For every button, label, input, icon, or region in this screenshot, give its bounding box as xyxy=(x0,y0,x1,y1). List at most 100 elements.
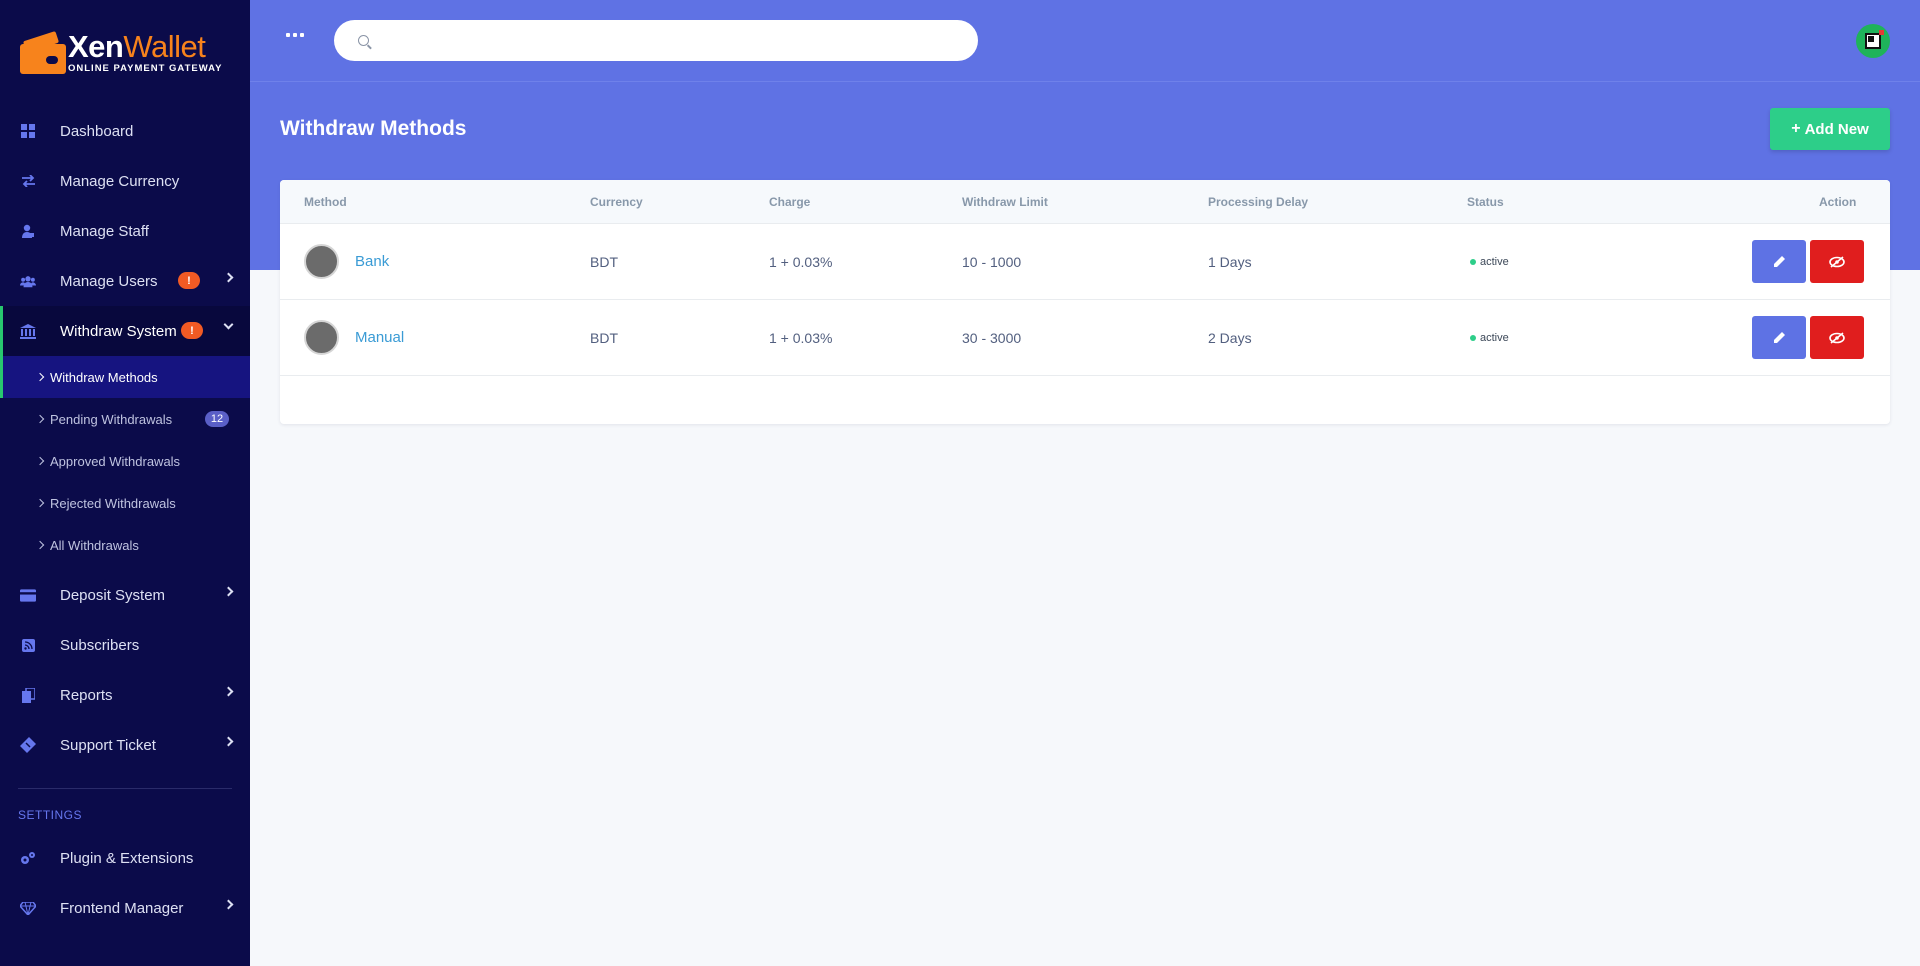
sidebar-item-label: Deposit System xyxy=(60,586,166,604)
sidebar-item-deposit-system[interactable]: Deposit System xyxy=(0,570,250,620)
plus-icon: + xyxy=(1791,120,1801,137)
edit-button[interactable] xyxy=(1752,316,1806,359)
sidebar-nav-settings: Plugin & Extensions Frontend Manager xyxy=(0,833,250,933)
add-new-label: Add New xyxy=(1804,120,1869,138)
bank-icon xyxy=(20,323,36,339)
status-text: active xyxy=(1480,332,1509,344)
table-row: Manual BDT 1 + 0.03% 30 - 3000 2 Days ac… xyxy=(280,300,1890,376)
subnav-label: Approved Withdrawals xyxy=(50,453,181,469)
delay-cell: 2 Days xyxy=(1208,330,1252,346)
subnav-withdraw-methods[interactable]: Withdraw Methods xyxy=(0,356,250,398)
sidebar-item-label: Manage Currency xyxy=(60,172,180,190)
subnav-approved-withdrawals[interactable]: Approved Withdrawals xyxy=(0,440,250,482)
sidebar-item-label: Frontend Manager xyxy=(60,899,184,917)
charge-cell: 1 + 0.03% xyxy=(769,330,833,346)
sidebar-item-label: Withdraw System xyxy=(60,322,177,340)
copy-icon xyxy=(20,687,36,703)
disable-button[interactable] xyxy=(1810,316,1864,359)
users-icon xyxy=(20,273,36,289)
menu-toggle-icon[interactable] xyxy=(286,33,304,37)
sidebar-item-support-ticket[interactable]: Support Ticket xyxy=(0,720,250,770)
alert-badge: ! xyxy=(178,272,200,289)
currency-cell: BDT xyxy=(590,330,618,346)
method-name-link[interactable]: Manual xyxy=(355,329,404,346)
status-badge: active xyxy=(1470,332,1509,344)
sidebar-item-reports[interactable]: Reports xyxy=(0,670,250,720)
gem-icon xyxy=(20,900,36,916)
column-header-status: Status xyxy=(1467,195,1504,209)
sidebar-item-dashboard[interactable]: Dashboard xyxy=(0,106,250,156)
charge-cell: 1 + 0.03% xyxy=(769,254,833,270)
page-title: Withdraw Methods xyxy=(280,117,467,140)
sidebar-nav: Dashboard Manage Currency Manage Staff M… xyxy=(0,106,250,356)
limit-cell: 10 - 1000 xyxy=(962,254,1022,270)
search-icon xyxy=(358,35,369,46)
ticket-icon xyxy=(20,737,36,753)
grid-icon xyxy=(20,123,36,139)
subnav-all-withdrawals[interactable]: All Withdrawals xyxy=(0,524,250,566)
exchange-icon xyxy=(20,173,36,189)
eye-slash-icon xyxy=(1829,331,1845,344)
subnav-label: All Withdrawals xyxy=(50,537,139,553)
subnav-pending-withdrawals[interactable]: Pending Withdrawals 12 xyxy=(0,398,250,440)
delay-cell: 1 Days xyxy=(1208,254,1252,270)
brand-logo[interactable]: XenWallet ONLINE PAYMENT GATEWAY xyxy=(0,0,250,106)
add-new-button[interactable]: + Add New xyxy=(1770,108,1890,150)
status-dot-icon xyxy=(1470,335,1476,341)
subnav-rejected-withdrawals[interactable]: Rejected Withdrawals xyxy=(0,482,250,524)
currency-cell: BDT xyxy=(590,254,618,270)
limit-cell: 30 - 3000 xyxy=(962,330,1022,346)
brand-name: XenWallet xyxy=(68,29,206,64)
pencil-icon xyxy=(1773,332,1785,343)
edit-button[interactable] xyxy=(1752,240,1806,283)
avatar[interactable] xyxy=(1856,24,1890,58)
search-bar[interactable] xyxy=(334,20,978,61)
sidebar-nav-secondary: Deposit System Subscribers Reports Suppo… xyxy=(0,570,250,770)
sidebar: XenWallet ONLINE PAYMENT GATEWAY Dashboa… xyxy=(0,0,250,966)
status-dot-icon xyxy=(1470,259,1476,265)
column-header-charge: Charge xyxy=(769,195,811,209)
sidebar-item-manage-staff[interactable]: Manage Staff xyxy=(0,206,250,256)
column-header-currency: Currency xyxy=(590,195,643,209)
sidebar-item-plugin-extensions[interactable]: Plugin & Extensions xyxy=(0,833,250,883)
sidebar-item-label: Manage Staff xyxy=(60,222,149,240)
table-header: Method Currency Charge Withdraw Limit Pr… xyxy=(280,180,1890,224)
method-thumbnail xyxy=(304,244,339,279)
sidebar-item-manage-users[interactable]: Manage Users ! xyxy=(0,256,250,306)
table-row: Bank BDT 1 + 0.03% 10 - 1000 1 Days acti… xyxy=(280,224,1890,300)
column-header-action: Action xyxy=(1819,195,1857,209)
method-name-link[interactable]: Bank xyxy=(355,253,389,270)
withdraw-subnav: Withdraw Methods Pending Withdrawals 12 … xyxy=(0,356,250,566)
sidebar-item-withdraw-system[interactable]: Withdraw System ! xyxy=(0,306,250,356)
rss-icon xyxy=(20,637,36,653)
subnav-label: Pending Withdrawals xyxy=(50,411,173,427)
sidebar-item-label: Plugin & Extensions xyxy=(60,849,194,867)
sidebar-item-frontend-manager[interactable]: Frontend Manager xyxy=(0,883,250,933)
withdraw-methods-table: Method Currency Charge Withdraw Limit Pr… xyxy=(280,180,1890,424)
search-input[interactable] xyxy=(379,32,959,49)
cogs-icon xyxy=(20,850,36,866)
status-badge: active xyxy=(1470,256,1509,268)
sidebar-item-subscribers[interactable]: Subscribers xyxy=(0,620,250,670)
column-header-processing-delay: Processing Delay xyxy=(1208,195,1309,209)
settings-section-label: SETTINGS xyxy=(18,808,83,822)
credit-card-icon xyxy=(20,587,36,603)
pencil-icon xyxy=(1773,256,1785,267)
top-navbar xyxy=(250,0,1920,82)
sidebar-item-label: Manage Users xyxy=(60,272,158,290)
subnav-label: Rejected Withdrawals xyxy=(50,495,176,511)
eye-slash-icon xyxy=(1829,255,1845,268)
sidebar-item-label: Reports xyxy=(60,686,113,704)
alert-badge: ! xyxy=(181,322,203,339)
sidebar-item-label: Dashboard xyxy=(60,122,134,140)
disable-button[interactable] xyxy=(1810,240,1864,283)
wallet-logo-icon xyxy=(20,31,66,74)
sidebar-item-label: Subscribers xyxy=(60,636,140,654)
sidebar-item-manage-currency[interactable]: Manage Currency xyxy=(0,156,250,206)
count-badge: 12 xyxy=(205,411,229,427)
user-lock-icon xyxy=(20,223,36,239)
sidebar-divider xyxy=(18,788,232,789)
subnav-label: Withdraw Methods xyxy=(50,369,158,385)
brand-tagline: ONLINE PAYMENT GATEWAY xyxy=(68,63,223,74)
sidebar-item-label: Support Ticket xyxy=(60,736,156,754)
